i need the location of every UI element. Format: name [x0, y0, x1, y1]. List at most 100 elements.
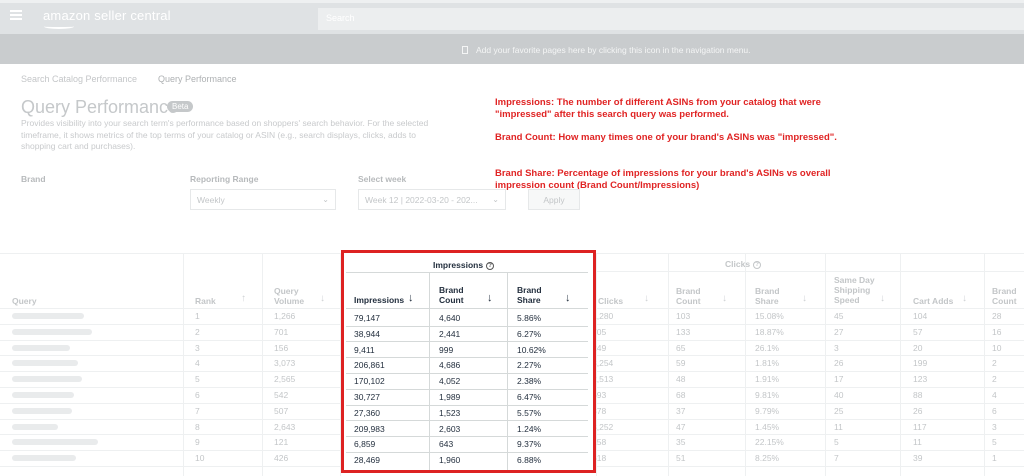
cell-cart-adds: 199 — [913, 358, 928, 369]
week-value: Week 12 | 2022-03-20 - 202... — [365, 195, 478, 205]
page-title: Query Performance — [21, 97, 179, 117]
redacted-query — [12, 439, 98, 446]
sort-arrow-icon[interactable]: ↓ — [802, 293, 807, 304]
breadcrumb-query-performance[interactable]: Query Performance — [158, 74, 237, 84]
cell-rank: 3 — [195, 342, 200, 353]
cell-query-volume: 3,073 — [274, 358, 296, 369]
column-divider — [984, 253, 985, 476]
sort-arrow-icon[interactable]: ↓ — [962, 293, 967, 304]
seller-central-logo[interactable]: amazon seller central — [43, 8, 171, 23]
header-query-volume: Query Volume — [274, 286, 305, 306]
bookmark-icon — [462, 46, 468, 54]
cell-impressions: 28,469 — [354, 455, 380, 466]
cell-cart-brand-count: 4 — [992, 390, 997, 400]
sort-down-icon[interactable]: ↓ — [408, 292, 414, 304]
sort-arrow-icon[interactable]: ↓ — [644, 293, 649, 304]
apply-button[interactable]: Apply — [528, 189, 580, 210]
cell-impressions: 170,102 — [354, 376, 385, 387]
cell-query-volume: 2,643 — [274, 421, 296, 432]
redacted-query — [12, 423, 58, 430]
impressions-highlight-box: Impressions? Impressions ↓ Brand Count ↓ Brand… — [341, 250, 596, 473]
header-rank: Rank — [195, 296, 216, 306]
help-icon[interactable]: ? — [753, 260, 762, 269]
row-divider — [346, 325, 588, 327]
cell-brand-count: 1,523 — [439, 407, 461, 418]
cell-brand-share: 6.27% — [517, 328, 542, 339]
cell-clicks-brand-share: 9.79% — [755, 405, 780, 416]
cell-cart-brand-count: 3 — [992, 421, 997, 432]
cell-clicks-brand-count: 68 — [676, 390, 686, 400]
cell-cart-brand-count: 2 — [992, 358, 997, 369]
menu-icon[interactable] — [10, 10, 22, 20]
cell-brand-share: 2.38% — [517, 376, 542, 387]
row-divider — [346, 451, 588, 453]
cell-clicks-brand-count: 51 — [676, 453, 686, 464]
column-divider — [262, 253, 263, 476]
cell-brand-count: 2,603 — [439, 423, 461, 434]
cell-clicks-brand-share: 26.1% — [755, 342, 780, 353]
cell-same-day: 5 — [834, 437, 839, 448]
chevron-down-icon: ⌄ — [492, 195, 499, 204]
cell-cart-adds: 57 — [913, 326, 923, 337]
breadcrumb-search-catalog-performance[interactable]: Search Catalog Performance — [21, 74, 137, 84]
redacted-query — [12, 455, 76, 462]
header-divider — [346, 308, 588, 309]
cell-clicks-brand-share: 15.08% — [755, 311, 784, 321]
header-impressions-group: Impressions? — [433, 260, 495, 270]
reporting-range-select[interactable]: Weekly ⌄ — [190, 189, 336, 210]
cell-cart-adds: 123 — [913, 374, 928, 385]
cell-rank: 8 — [195, 421, 200, 432]
header-cart-adds: Cart Adds — [913, 296, 954, 306]
cell-same-day: 3 — [834, 342, 839, 353]
header-clicks-brand-count: Brand Count — [676, 286, 701, 306]
cell-clicks-brand-share: 1.81% — [755, 358, 780, 369]
cell-cart-adds: 11 — [913, 437, 922, 448]
column-divider — [825, 253, 826, 476]
cell-cart-adds: 88 — [913, 390, 923, 400]
cell-query-volume: 426 — [274, 453, 289, 464]
cell-brand-count: 1,989 — [439, 392, 461, 402]
cell-clicks-brand-count: 47 — [676, 421, 686, 432]
cell-clicks-brand-count: 133 — [676, 326, 691, 337]
cell-query-volume: 701 — [274, 326, 289, 337]
sort-down-icon[interactable]: ↓ — [565, 292, 571, 304]
cell-brand-count: 4,686 — [439, 360, 461, 371]
cell-brand-count: 1,960 — [439, 455, 461, 466]
help-icon[interactable]: ? — [486, 261, 495, 270]
cell-brand-count: 2,441 — [439, 328, 461, 339]
annotation-brand-count: Brand Count: How many times one of your … — [495, 132, 837, 143]
cell-impressions: 209,983 — [354, 423, 385, 434]
chevron-down-icon: ⌄ — [322, 195, 329, 204]
cell-brand-share: 10.62% — [517, 344, 546, 355]
redacted-query — [12, 376, 82, 383]
column-divider — [900, 253, 901, 476]
cell-query-volume: 1,266 — [274, 311, 296, 321]
cell-clicks-brand-count: 59 — [676, 358, 686, 369]
cell-clicks-brand-share: 18.87% — [755, 326, 784, 337]
cell-cart-adds: 117 — [913, 421, 927, 432]
cell-query-volume: 2,565 — [274, 374, 296, 385]
cell-cart-adds: 39 — [913, 453, 923, 464]
cell-rank: 2 — [195, 326, 200, 337]
cell-cart-brand-count: 28 — [992, 311, 1002, 321]
cell-same-day: 11 — [834, 421, 843, 432]
page-description: Provides visibility into your search ter… — [21, 118, 429, 151]
column-divider — [429, 272, 430, 470]
redacted-query — [12, 313, 84, 319]
sort-down-icon[interactable]: ↓ — [487, 292, 493, 304]
header-brand-share: Brand Share — [517, 285, 542, 305]
week-select[interactable]: Week 12 | 2022-03-20 - 202... ⌄ — [358, 189, 506, 210]
sort-arrow-icon[interactable]: ↓ — [320, 293, 325, 304]
sort-arrow-icon[interactable]: ↓ — [880, 293, 885, 304]
search-input[interactable]: Search — [318, 8, 1024, 30]
cell-cart-adds: 26 — [913, 405, 923, 416]
redacted-query — [12, 360, 78, 367]
cell-same-day: 27 — [834, 326, 844, 337]
column-divider — [668, 253, 669, 476]
sort-arrow-icon[interactable]: ↑ — [241, 293, 246, 304]
cell-query-volume: 507 — [274, 405, 289, 416]
cell-cart-brand-count: 6 — [992, 405, 997, 416]
sort-arrow-icon[interactable]: ↓ — [722, 293, 727, 304]
header-clicks-group: Clicks? — [725, 259, 762, 269]
cell-brand-count: 643 — [439, 439, 454, 450]
